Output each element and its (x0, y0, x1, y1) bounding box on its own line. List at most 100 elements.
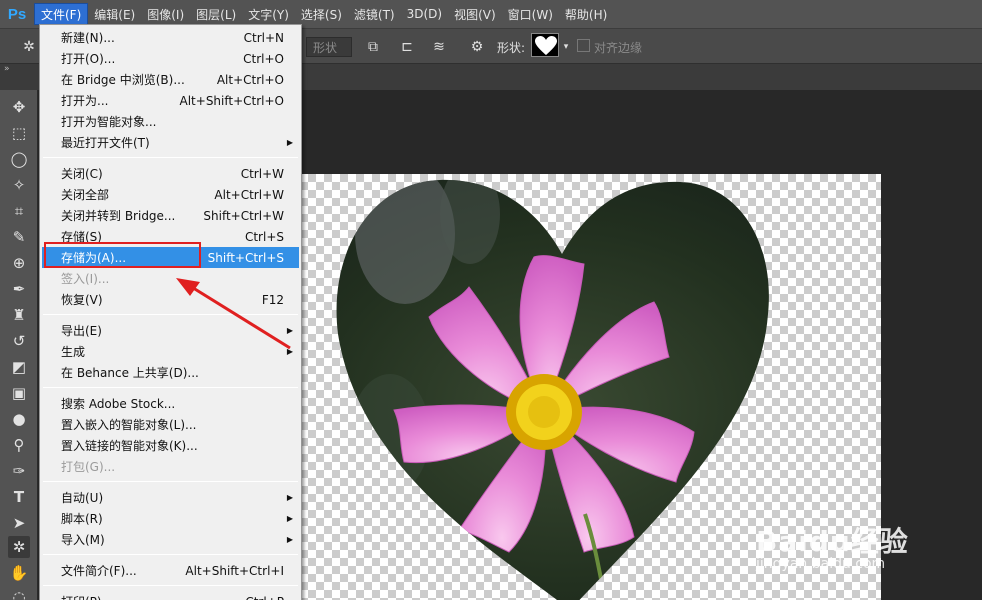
file-menu-item[interactable]: 新建(N)... Ctrl+N (42, 27, 299, 48)
menu-item-shortcut: Alt+Ctrl+W (214, 187, 284, 202)
file-menu-item[interactable]: 导出(E) ▶ (42, 320, 299, 341)
menu-separator (43, 314, 298, 315)
menu-7[interactable]: 3D(D) (401, 3, 448, 25)
file-menu-item[interactable]: 脚本(R) ▶ (42, 508, 299, 529)
pen-tool-icon[interactable]: ✑ (8, 460, 30, 482)
hand-tool-icon[interactable]: ✋ (8, 562, 30, 584)
menu-item-label: 打开为... (61, 94, 109, 108)
path-selection-tool-icon[interactable]: ➤ (8, 512, 30, 534)
menu-item-label: 自动(U) (61, 491, 104, 505)
menu-item-shortcut: Alt+Ctrl+O (216, 72, 284, 87)
custom-shape-tool-icon[interactable]: ✲ (18, 37, 40, 57)
file-menu-item[interactable]: 打开为... Alt+Shift+Ctrl+O (42, 90, 299, 111)
submenu-arrow-icon: ▶ (286, 493, 293, 502)
submenu-arrow-icon: ▶ (286, 138, 293, 147)
zoom-tool-icon[interactable]: ◌ (8, 586, 30, 600)
file-menu-item[interactable]: 打印(P)... Ctrl+P (42, 591, 299, 600)
file-menu-item[interactable]: 文件简介(F)... Alt+Shift+Ctrl+I (42, 560, 299, 581)
menu-2[interactable]: 图像(I) (141, 3, 190, 25)
file-menu-item[interactable]: 关闭全部 Alt+Ctrl+W (42, 184, 299, 205)
watermark-url: jingyan.baidu.com (756, 556, 886, 572)
file-menu-item[interactable]: 最近打开文件(T) ▶ (42, 132, 299, 153)
eraser-tool-icon[interactable]: ◩ (8, 356, 30, 378)
eyedropper-tool-icon[interactable]: ✎ (8, 226, 30, 248)
blur-tool-icon[interactable]: ● (8, 408, 30, 430)
menu-item-label: 关闭(C) (61, 167, 103, 181)
file-menu-item[interactable]: 自动(U) ▶ (42, 487, 299, 508)
dodge-tool-icon[interactable]: ⚲ (8, 434, 30, 456)
menu-item-label: 最近打开文件(T) (61, 136, 150, 150)
menu-item-label: 搜索 Adobe Stock... (61, 397, 176, 411)
menu-item-label: 导出(E) (61, 324, 102, 338)
path-arrangement-icon[interactable]: ≋ (428, 37, 450, 57)
menu-separator (43, 554, 298, 555)
menu-item-shortcut: Ctrl+P (245, 595, 284, 600)
history-brush-tool-icon[interactable]: ↺ (8, 330, 30, 352)
menu-item-shortcut: Ctrl+N (243, 30, 284, 45)
move-tool-icon[interactable]: ✥ (8, 96, 30, 118)
menu-item-label: 脚本(R) (61, 512, 103, 526)
file-menu-item[interactable]: 置入链接的智能对象(K)... (42, 435, 299, 456)
path-alignment-icon[interactable]: ⊏ (396, 37, 418, 57)
submenu-arrow-icon: ▶ (286, 326, 293, 335)
shape-label: 形状: (497, 41, 526, 55)
menu-item-label: 恢复(V) (61, 293, 103, 307)
menu-9[interactable]: 窗口(W) (502, 3, 559, 25)
custom-shape-tool-icon[interactable]: ✲ (8, 536, 30, 558)
menu-5[interactable]: 选择(S) (295, 3, 348, 25)
menu-item-label: 关闭全部 (61, 188, 110, 202)
menu-separator (43, 481, 298, 482)
crop-tool-icon[interactable]: ⌗ (8, 200, 30, 222)
menu-1[interactable]: 编辑(E) (88, 3, 141, 25)
menu-0[interactable]: 文件(F) (34, 3, 89, 25)
align-edges-checkbox[interactable] (577, 39, 590, 52)
file-menu-item[interactable]: 置入嵌入的智能对象(L)... (42, 414, 299, 435)
menu-8[interactable]: 视图(V) (448, 3, 502, 25)
menu-3[interactable]: 图层(L) (190, 3, 242, 25)
menu-item-label: 新建(N)... (61, 31, 115, 45)
file-menu-item[interactable]: 在 Bridge 中浏览(B)... Alt+Ctrl+O (42, 69, 299, 90)
menu-item-label: 打印(P)... (61, 593, 113, 600)
marquee-tool-icon[interactable]: ⬚ (8, 122, 30, 144)
gear-icon[interactable]: ⚙ (466, 37, 488, 57)
collapse-icon[interactable]: » (4, 64, 10, 74)
menu-4[interactable]: 文字(Y) (242, 3, 295, 25)
chevron-down-icon[interactable]: ▾ (560, 37, 572, 57)
menu-item-shortcut: Shift+Ctrl+W (203, 208, 284, 223)
heart-icon (535, 36, 557, 55)
baidu-watermark: Baidu经验 jingyan.baidu.com (756, 520, 909, 572)
file-menu-item[interactable]: 打开(O)... Ctrl+O (42, 48, 299, 69)
menu-item-label: 签入(I)... (61, 272, 110, 286)
menu-item-label: 置入嵌入的智能对象(L)... (61, 418, 197, 432)
clone-stamp-tool-icon[interactable]: ♜ (8, 304, 30, 326)
menu-separator (43, 387, 298, 388)
gradient-tool-icon[interactable]: ▣ (8, 382, 30, 404)
menu-item-shortcut: F12 (261, 292, 284, 307)
brush-tool-icon[interactable]: ✒ (8, 278, 30, 300)
menu-6[interactable]: 滤镜(T) (348, 3, 401, 25)
file-menu-item[interactable]: 恢复(V) F12 (42, 289, 299, 310)
file-menu-item[interactable]: 生成 ▶ (42, 341, 299, 362)
menu-item-shortcut: Ctrl+O (243, 51, 284, 66)
file-menu-item[interactable]: 在 Behance 上共享(D)... (42, 362, 299, 383)
healing-brush-tool-icon[interactable]: ⊕ (8, 252, 30, 274)
file-menu-item[interactable]: 导入(M) ▶ (42, 529, 299, 550)
file-menu-item[interactable]: 打开为智能对象... (42, 111, 299, 132)
shape-picker[interactable] (531, 33, 559, 57)
file-menu-dropdown: 新建(N)... Ctrl+N 打开(O)... Ctrl+O 在 Bridge 中浏览… (39, 24, 302, 600)
menu-10[interactable]: 帮助(H) (559, 3, 613, 25)
menu-separator (43, 585, 298, 586)
menu-item-shortcut: Shift+Ctrl+S (207, 250, 284, 265)
path-operations-icon[interactable]: ⧉ (362, 37, 384, 57)
type-tool-icon[interactable]: T (8, 486, 30, 508)
file-menu-item[interactable]: 搜索 Adobe Stock... (42, 393, 299, 414)
menu-item-label: 在 Bridge 中浏览(B)... (61, 73, 185, 87)
file-menu-item[interactable]: 关闭(C) Ctrl+W (42, 163, 299, 184)
lasso-tool-icon[interactable]: ◯ (8, 148, 30, 170)
file-menu-item[interactable]: 关闭并转到 Bridge... Shift+Ctrl+W (42, 205, 299, 226)
mode-field[interactable]: 形状 (306, 37, 352, 57)
annotation-highlight-box (44, 242, 201, 268)
submenu-arrow-icon: ▶ (286, 347, 293, 356)
photoshop-logo: Ps (7, 5, 27, 23)
quick-select-tool-icon[interactable]: ✧ (8, 174, 30, 196)
